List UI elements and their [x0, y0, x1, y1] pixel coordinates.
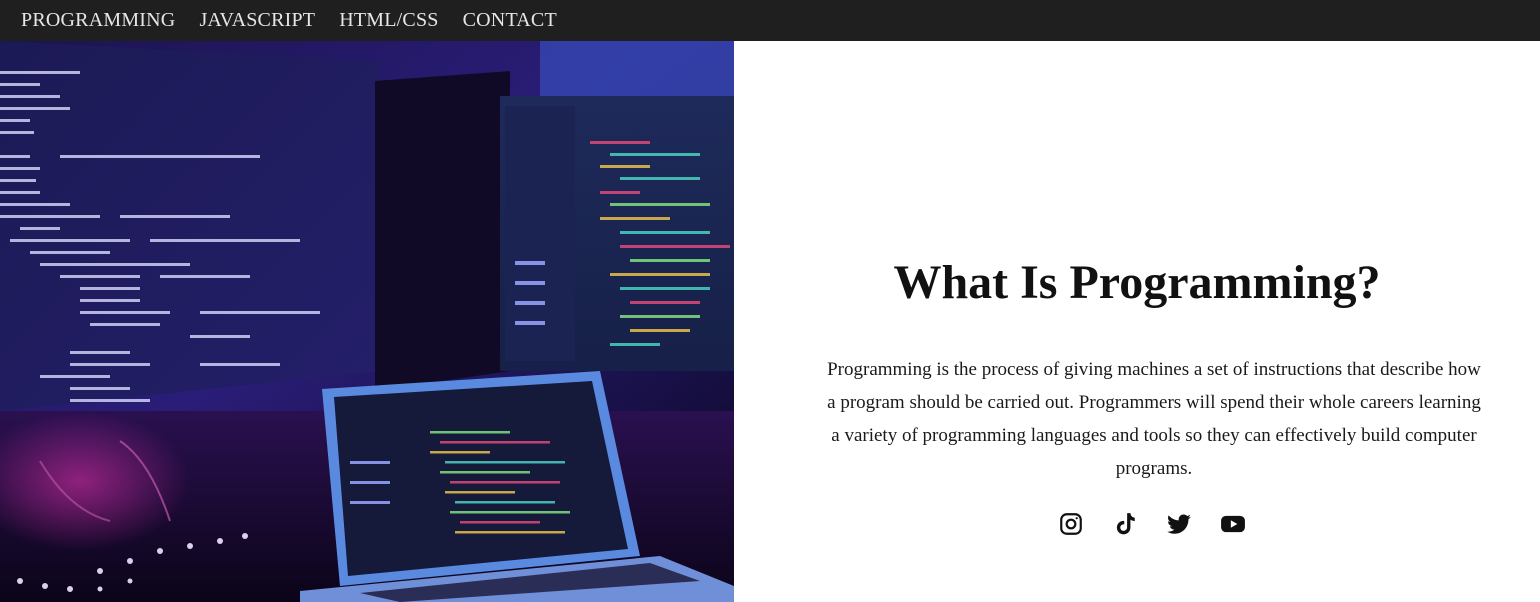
page-title: What Is Programming?	[893, 256, 1381, 309]
instagram-icon[interactable]	[1058, 511, 1084, 537]
top-navbar: PROGRAMMING JAVASCRIPT HTML/CSS CONTACT	[0, 0, 1540, 41]
twitter-icon[interactable]	[1166, 511, 1192, 537]
nav-link-contact[interactable]: CONTACT	[463, 9, 557, 32]
intro-paragraph: Programming is the process of giving mac…	[827, 359, 1481, 479]
nav-link-html-css[interactable]: HTML/CSS	[339, 9, 438, 32]
tiktok-icon[interactable]	[1112, 511, 1138, 537]
hero-programming-image	[0, 41, 734, 602]
nav-link-programming[interactable]: PROGRAMMING	[21, 9, 175, 32]
youtube-icon[interactable]	[1220, 511, 1246, 537]
main-content: What Is Programming? Programming is the …	[734, 41, 1540, 602]
social-links	[1058, 511, 1246, 537]
nav-link-javascript[interactable]: JAVASCRIPT	[199, 9, 315, 32]
